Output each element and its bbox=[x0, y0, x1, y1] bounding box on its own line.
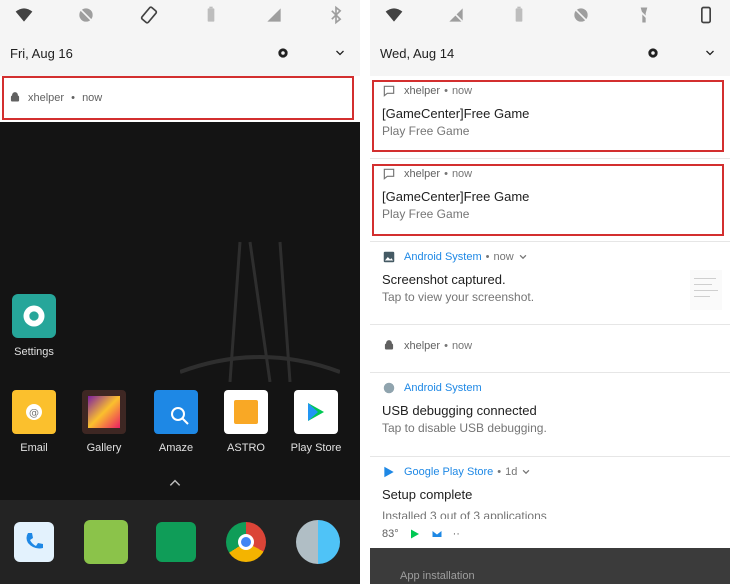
date-label: Wed, Aug 14 bbox=[380, 45, 455, 61]
notification-title: Screenshot captured. bbox=[382, 272, 506, 287]
cellular-signal-icon[interactable] bbox=[264, 5, 284, 25]
astro-icon bbox=[224, 390, 268, 434]
app-settings[interactable]: Settings bbox=[4, 294, 64, 358]
flashlight-off-icon[interactable] bbox=[634, 5, 654, 25]
email-icon: @ bbox=[12, 390, 56, 434]
notification-xhelper-3[interactable]: xhelper • now bbox=[370, 325, 730, 371]
quick-settings-icons bbox=[370, 0, 730, 30]
notification-time: now bbox=[451, 340, 473, 352]
gear-icon bbox=[12, 294, 56, 338]
auto-rotate-icon[interactable] bbox=[139, 5, 159, 25]
faded-notification: App installation bbox=[370, 548, 730, 584]
android-icon bbox=[384, 340, 394, 350]
notification-app-name: Google Play Store bbox=[404, 466, 494, 478]
collapsed-status-row[interactable]: 83° ·· bbox=[370, 520, 730, 548]
app-amaze[interactable]: Amaze bbox=[146, 390, 206, 454]
notification-play-store[interactable]: Google Play Store • 1d Setup complete In… bbox=[370, 457, 730, 520]
app-label: Gallery bbox=[86, 442, 122, 454]
app-email[interactable]: @ Email bbox=[4, 390, 64, 454]
hangouts-icon[interactable] bbox=[156, 522, 196, 562]
notification-screenshot[interactable]: Android System • now Screenshot captured… bbox=[370, 242, 730, 324]
notification-app-name: Android System bbox=[404, 251, 482, 263]
notification-usb-debugging[interactable]: Android System USB debugging connected T… bbox=[370, 373, 730, 455]
folder-search-icon bbox=[154, 390, 198, 434]
play-store-icon bbox=[294, 390, 338, 434]
comparison-screenshot: Fri, Aug 16 xhelper • now Settings @ Ema… bbox=[0, 0, 730, 584]
quick-settings-right: Wed, Aug 14 bbox=[370, 0, 730, 76]
app-astro[interactable]: ASTRO bbox=[216, 390, 276, 454]
app-label: Settings bbox=[14, 346, 54, 358]
quick-settings-left: Fri, Aug 16 bbox=[0, 0, 360, 76]
right-phone-screen: Wed, Aug 14 xhelper • now [GameCenter]Fr… bbox=[370, 0, 730, 584]
highlight-box bbox=[372, 164, 724, 236]
messenger-icon[interactable] bbox=[84, 520, 128, 564]
notification-text: Installed 3 out of 3 applications bbox=[382, 509, 547, 519]
notification-app-name: xhelper bbox=[404, 340, 441, 352]
phone-portrait-icon[interactable] bbox=[696, 5, 716, 25]
wifi-icon[interactable] bbox=[384, 5, 404, 25]
app-label: Play Store bbox=[290, 442, 342, 454]
notification-text: Tap to view your screenshot. bbox=[382, 290, 535, 304]
app-label: Email bbox=[20, 442, 48, 454]
gmail-icon bbox=[432, 531, 442, 537]
notification-time: 1d bbox=[505, 466, 518, 478]
play-store-icon bbox=[384, 466, 394, 478]
camera-icon[interactable] bbox=[296, 520, 340, 564]
cellular-off-icon[interactable] bbox=[446, 5, 466, 25]
screenshot-thumbnail[interactable] bbox=[690, 270, 722, 310]
quick-settings-icons bbox=[0, 0, 360, 30]
play-store-small-icon bbox=[410, 529, 419, 539]
battery-icon[interactable] bbox=[201, 5, 221, 25]
image-icon bbox=[383, 251, 395, 263]
app-play-store[interactable]: Play Store bbox=[286, 390, 346, 454]
app-label: Amaze bbox=[158, 442, 194, 454]
notification-title: Setup complete bbox=[382, 487, 473, 502]
more-dots: ·· bbox=[452, 528, 460, 540]
highlight-box bbox=[372, 80, 724, 152]
wifi-icon[interactable] bbox=[14, 5, 34, 25]
chevron-down-icon[interactable] bbox=[704, 47, 716, 59]
chevron-down-icon[interactable] bbox=[334, 47, 346, 59]
location-off-icon[interactable] bbox=[76, 5, 96, 25]
notification-time: now bbox=[493, 251, 514, 263]
faded-notification-title: App installation bbox=[400, 570, 475, 582]
notification-app-name: Android System bbox=[404, 382, 482, 394]
date-label: Fri, Aug 16 bbox=[10, 45, 73, 61]
left-phone-screen: Fri, Aug 16 xhelper • now Settings @ Ema… bbox=[0, 0, 360, 584]
notification-text: Tap to disable USB debugging. bbox=[382, 421, 547, 435]
expand-chevron-icon[interactable] bbox=[521, 467, 531, 477]
gallery-icon bbox=[82, 390, 126, 434]
location-off-icon[interactable] bbox=[571, 5, 591, 25]
dock bbox=[0, 500, 360, 584]
home-screen: Settings @ Email Gallery Amaze ASTRO Pla… bbox=[0, 122, 360, 584]
app-gallery[interactable]: Gallery bbox=[74, 390, 134, 454]
app-label: ASTRO bbox=[227, 442, 265, 454]
settings-gear-icon[interactable] bbox=[276, 46, 290, 60]
settings-gear-icon[interactable] bbox=[646, 46, 660, 60]
battery-icon[interactable] bbox=[509, 5, 529, 25]
android-system-icon bbox=[383, 382, 395, 394]
phone-icon[interactable] bbox=[14, 522, 54, 562]
expand-chevron-icon[interactable] bbox=[518, 252, 528, 262]
svg-text:@: @ bbox=[29, 408, 39, 419]
highlight-box bbox=[2, 76, 354, 120]
notification-title: USB debugging connected bbox=[382, 403, 537, 418]
chrome-icon[interactable] bbox=[226, 522, 266, 562]
temperature-label: 83° bbox=[382, 528, 399, 540]
app-drawer-caret-icon[interactable] bbox=[168, 478, 182, 488]
bluetooth-icon[interactable] bbox=[326, 5, 346, 25]
background-illustration bbox=[180, 241, 340, 382]
